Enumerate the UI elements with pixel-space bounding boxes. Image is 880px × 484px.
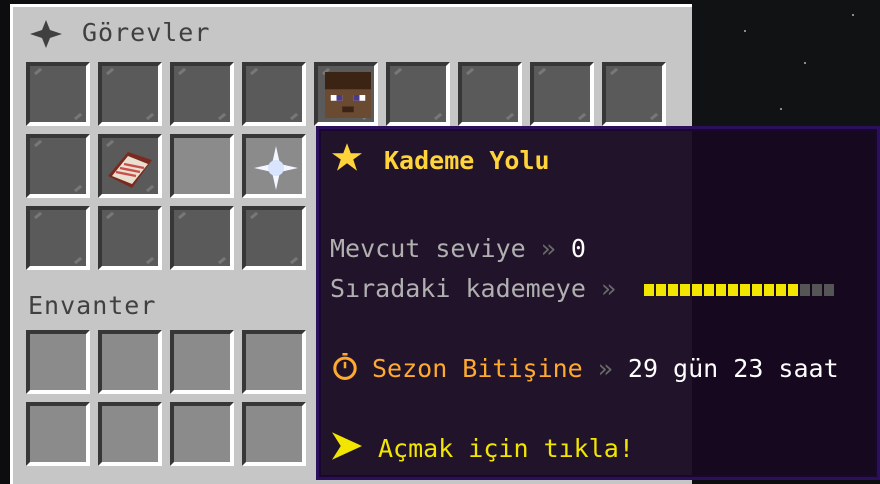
progress-segment: [728, 284, 738, 296]
slot[interactable]: [242, 62, 306, 126]
inventory-slot[interactable]: [98, 330, 162, 394]
menu-title: Görevler: [82, 18, 211, 47]
compass-star-icon: [30, 20, 62, 48]
inventory-slot[interactable]: [242, 402, 306, 466]
slot[interactable]: [170, 206, 234, 270]
progress-segment: [668, 284, 678, 296]
next-tier-label: Sıradaki kademeye: [330, 274, 586, 303]
season-end-row: Sezon Bitişine » 29 gün 23 saat: [372, 354, 839, 383]
progress-segment: [824, 284, 834, 296]
stopwatch-icon: [333, 353, 357, 380]
progress-segment: [716, 284, 726, 296]
slot[interactable]: [602, 62, 666, 126]
player-head-icon: [325, 72, 371, 118]
progress-segment: [764, 284, 774, 296]
progress-segment: [692, 284, 702, 296]
inventory-slot[interactable]: [242, 330, 306, 394]
slot[interactable]: [530, 62, 594, 126]
click-to-open-text: Açmak için tıkla!: [378, 434, 634, 463]
season-end-value: 29 gün 23 saat: [627, 354, 839, 383]
tooltip-title: Kademe Yolu: [384, 146, 550, 175]
progress-segment: [704, 284, 714, 296]
progress-segment: [644, 284, 654, 296]
slot[interactable]: [170, 62, 234, 126]
slot[interactable]: [386, 62, 450, 126]
slot[interactable]: [26, 134, 90, 198]
enchanted-book-icon: [108, 152, 152, 188]
season-end-separator: »: [597, 354, 613, 383]
slot[interactable]: [170, 134, 234, 198]
current-level-row: Mevcut seviye » 0: [330, 234, 586, 263]
tier-path-tooltip: [316, 126, 880, 480]
current-level-separator: »: [540, 234, 556, 263]
progress-segment: [656, 284, 666, 296]
slot[interactable]: [98, 206, 162, 270]
next-tier-separator: »: [600, 274, 616, 303]
inventory-slot[interactable]: [26, 330, 90, 394]
inventory-slot[interactable]: [170, 330, 234, 394]
inventory-slot[interactable]: [26, 402, 90, 466]
slot[interactable]: [26, 206, 90, 270]
slot[interactable]: [458, 62, 522, 126]
season-end-label: Sezon Bitişine: [372, 354, 583, 383]
slot[interactable]: [26, 62, 90, 126]
arrow-right-icon: [332, 432, 362, 460]
current-level-label: Mevcut seviye: [330, 234, 526, 263]
next-tier-row: Sıradaki kademeye »: [330, 274, 616, 303]
progress-segment: [740, 284, 750, 296]
progress-segment: [776, 284, 786, 296]
nether-star-icon: [254, 146, 298, 190]
inventory-slot[interactable]: [98, 402, 162, 466]
current-level-value: 0: [570, 234, 586, 263]
star-icon: [332, 143, 362, 171]
progress-segment: [680, 284, 690, 296]
inventory-label: Envanter: [28, 291, 157, 320]
progress-segment: [788, 284, 798, 296]
slot[interactable]: [98, 62, 162, 126]
progress-segment: [752, 284, 762, 296]
inventory-slot[interactable]: [170, 402, 234, 466]
progress-segment: [812, 284, 822, 296]
slot[interactable]: [242, 206, 306, 270]
next-tier-progress-bar: [644, 284, 834, 296]
progress-segment: [800, 284, 810, 296]
